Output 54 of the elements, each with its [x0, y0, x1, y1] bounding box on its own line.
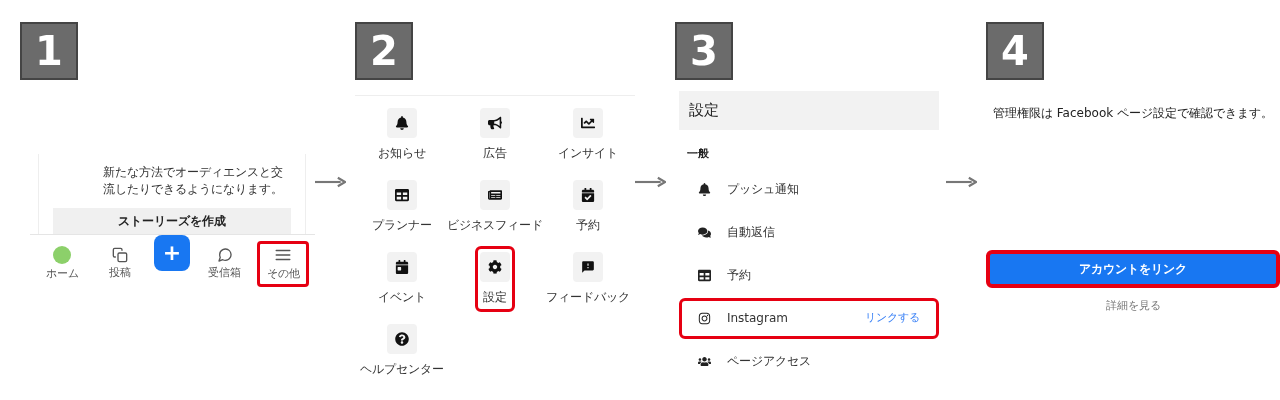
settings-row[interactable]: Instagram リンクする [678, 297, 939, 339]
chat-bubbles-icon [697, 225, 711, 239]
step-number: 1 [20, 22, 78, 80]
settings-row[interactable]: 自動返信 [678, 211, 939, 253]
bell-icon [697, 182, 711, 196]
people-icon [697, 354, 711, 368]
calendar-grid-icon [394, 188, 409, 202]
arrow-icon [315, 175, 347, 189]
menu-item[interactable]: 設定 [474, 246, 515, 312]
step-number: 2 [354, 22, 413, 80]
calendar-icon [394, 260, 409, 274]
feedback-icon [581, 260, 596, 274]
posts-icon [112, 246, 129, 263]
settings-row[interactable]: 予約 [678, 254, 939, 296]
camera-icon [697, 311, 711, 325]
menu-item[interactable]: ビジネスフィード [441, 174, 548, 240]
step-number: 3 [674, 22, 733, 80]
link-account-button[interactable]: アカウントをリンク [986, 250, 1280, 288]
menu-item[interactable]: 広告 [474, 102, 515, 168]
menu-item[interactable]: フィードバック [541, 246, 636, 312]
create-story-button[interactable]: ストーリーズを作成 [53, 208, 291, 234]
menu-item[interactable]: お知らせ [372, 102, 431, 168]
menu-item[interactable]: イベント [372, 246, 431, 312]
chat-bubble-icon [216, 246, 233, 263]
nav-tab[interactable]: 受信箱 [198, 241, 251, 287]
settings-icon [487, 260, 502, 274]
create-button[interactable]: + [154, 235, 190, 271]
link-action[interactable]: リンクする [864, 309, 920, 327]
menu-item[interactable]: ヘルプセンター [354, 318, 449, 384]
bell-icon [394, 116, 409, 130]
arrow-icon [946, 175, 978, 189]
card-text: 新たな方法でオーディエンスと交 [103, 164, 284, 181]
card-text: 流したりできるようになります。 [103, 181, 284, 198]
nav-tab[interactable]: その他 [257, 241, 309, 287]
settings-row[interactable]: プッシュ通知 [678, 168, 939, 210]
calendar-check-icon [581, 188, 596, 202]
nav-tab[interactable]: ホーム [36, 241, 88, 287]
step-number: 4 [986, 22, 1044, 80]
news-icon [487, 188, 502, 202]
info-text: 管理権限は Facebook ページ設定で確認できます。 [992, 105, 1274, 122]
menu-item[interactable]: インサイト [553, 102, 624, 168]
help-icon [394, 332, 409, 346]
menu-item[interactable]: 予約 [568, 174, 609, 240]
menu-item[interactable]: プランナー [366, 174, 437, 240]
learn-more-link[interactable]: 詳細を見る [986, 298, 1280, 315]
arrow-icon [634, 175, 667, 189]
page-title: 設定 [688, 100, 719, 122]
line-chart-icon [581, 116, 596, 130]
avatar-icon [53, 245, 71, 264]
nav-tab[interactable]: 投稿 [94, 241, 147, 287]
calendar-grid-icon [697, 268, 711, 282]
section-heading: 一般 [686, 146, 710, 162]
megaphone-icon [487, 116, 502, 130]
settings-row[interactable]: ページアクセス [678, 340, 939, 382]
